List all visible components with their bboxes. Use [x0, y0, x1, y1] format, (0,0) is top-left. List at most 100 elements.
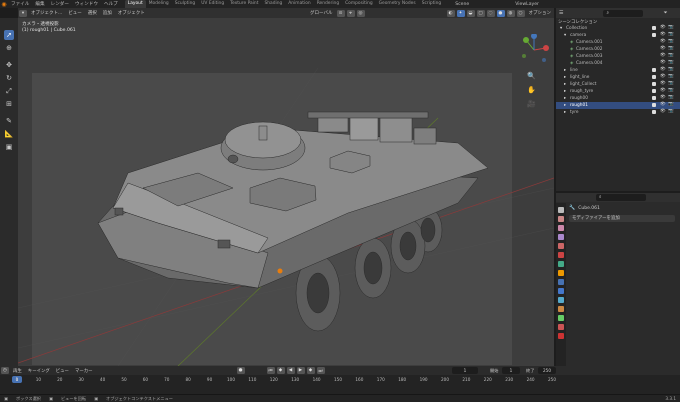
filter-icon[interactable]: ⏷: [663, 10, 667, 16]
view-layer-tab-icon[interactable]: [558, 234, 564, 240]
rear-rack: [307, 111, 429, 119]
physics-tab-icon[interactable]: [558, 297, 564, 303]
start-label: 開始: [490, 368, 499, 373]
menu-render[interactable]: レンダー: [48, 1, 72, 7]
tab-modeling[interactable]: Modeling: [146, 0, 172, 8]
menu-playback[interactable]: 再生: [10, 368, 25, 374]
timeline-header: ◷ 再生 キーイング ビュー マーカー ● ⏮ ◆ ◀ ▶ ◆ ⏭: [0, 366, 680, 375]
scale-tool-icon[interactable]: ⤢: [4, 86, 14, 96]
rotate-tool-icon[interactable]: ↻: [4, 73, 14, 83]
particles-tab-icon[interactable]: [558, 288, 564, 294]
frame-tick-label: 240: [526, 377, 535, 382]
menu-marker[interactable]: マーカー: [72, 368, 96, 374]
outliner-row[interactable]: ▸ rough00 👁 📷: [556, 95, 680, 102]
transform-tool-icon[interactable]: ⊞: [4, 99, 14, 109]
collection-tab-icon[interactable]: [558, 261, 564, 267]
tab-geometry-nodes[interactable]: Geometry Nodes: [376, 0, 419, 8]
add-modifier-button[interactable]: モディファイアーを追加: [569, 215, 675, 222]
record-icon[interactable]: ●: [236, 367, 245, 374]
tab-uv-editing[interactable]: UV Editing: [198, 0, 227, 8]
add-cube-tool-icon[interactable]: ▣: [4, 142, 14, 152]
properties-search-input[interactable]: ⌕: [596, 194, 646, 201]
frame-tick-label: 50: [121, 377, 127, 382]
outliner-row[interactable]: ▸ rough01 👁 📷: [556, 102, 680, 109]
texture-tab-icon[interactable]: [558, 333, 564, 339]
front-light-1: [114, 207, 124, 216]
tab-texture-paint[interactable]: Texture Paint: [227, 0, 261, 8]
constraints-tab-icon[interactable]: [558, 306, 564, 312]
select-tool-icon[interactable]: ➚: [4, 30, 14, 40]
outliner-row[interactable]: ◈ Camera.003 👁 📷: [556, 53, 680, 60]
world-tab-icon[interactable]: [558, 252, 564, 258]
play-icon[interactable]: ▶: [296, 367, 305, 374]
cursor-tool-icon[interactable]: ⊕: [4, 43, 14, 53]
navigation-gizmo[interactable]: [518, 34, 550, 68]
object-name-row: 🔧 Cube.061: [569, 205, 600, 211]
mouse-left-icon: ▣: [4, 396, 8, 401]
end-frame-field[interactable]: 250: [538, 367, 556, 374]
tab-compositing[interactable]: Compositing: [342, 0, 376, 8]
frame-tick-label: 220: [483, 377, 492, 382]
frame-tick-label: 40: [99, 377, 106, 382]
tab-animation[interactable]: Animation: [285, 0, 313, 8]
tab-scripting[interactable]: Scripting: [419, 0, 445, 8]
next-key-icon[interactable]: ◆: [306, 367, 315, 374]
frame-tick-label: 70: [164, 377, 170, 382]
current-frame-field[interactable]: 1: [452, 367, 478, 374]
measure-tool-icon[interactable]: 📐: [4, 129, 14, 139]
menu-keying[interactable]: キーイング: [25, 368, 53, 374]
render-tab-icon[interactable]: [558, 216, 564, 222]
menu-help[interactable]: ヘルプ: [101, 1, 121, 7]
frame-tick-label: 0: [15, 377, 19, 382]
frame-tick-label: 200: [441, 377, 449, 382]
frame-tick-label: 130: [291, 377, 300, 382]
jump-end-icon[interactable]: ⏭: [316, 367, 325, 374]
tab-layout[interactable]: Layout: [124, 0, 146, 8]
menu-timeline-view[interactable]: ビュー: [53, 368, 72, 374]
outliner-search-input[interactable]: ⌕: [603, 9, 644, 17]
camera-view-icon[interactable]: 🎥: [527, 100, 536, 108]
scene-selector[interactable]: Scene: [452, 2, 472, 7]
zoom-icon[interactable]: 🔍: [527, 72, 536, 80]
tab-rendering[interactable]: Rendering: [314, 0, 342, 8]
move-tool-icon[interactable]: ✥: [4, 60, 14, 70]
tab-shading[interactable]: Shading: [261, 0, 285, 8]
modifier-tab-icon[interactable]: [558, 279, 564, 285]
tab-sculpting[interactable]: Sculpting: [172, 0, 199, 8]
rear-box-4: [413, 127, 437, 145]
outliner-row[interactable]: ▾ camera 👁 📷: [556, 32, 680, 39]
outliner-row[interactable]: ▸ rough_tyre 👁 📷: [556, 88, 680, 95]
start-frame-field[interactable]: 1: [502, 367, 520, 374]
status-select-hint: ボックス選択: [15, 395, 41, 401]
prev-key-icon[interactable]: ◆: [276, 367, 285, 374]
outliner-row[interactable]: ◈ Camera.002 👁 📷: [556, 46, 680, 53]
object-tab-icon[interactable]: [558, 270, 564, 276]
pan-hand-icon[interactable]: ✋: [527, 86, 536, 94]
outliner-panel: ☰ ⌕ ⏷ シーンコレクション ▾ Collection 👁 📷 ▾ camera 👁 📷 …: [556, 8, 680, 191]
blender-logo-icon[interactable]: ◉: [0, 0, 8, 8]
menu-window[interactable]: ウィンドウ: [72, 1, 101, 7]
play-reverse-icon[interactable]: ◀: [286, 367, 295, 374]
outliner-row[interactable]: ▾ Collection 👁 📷: [556, 25, 680, 32]
outliner-row[interactable]: ▸ tyre 👁 📷: [556, 109, 680, 116]
outliner-row[interactable]: ▸ line 👁 📷: [556, 67, 680, 74]
data-tab-icon[interactable]: [558, 315, 564, 321]
outliner-type-icon[interactable]: ☰: [556, 10, 563, 16]
rear-box-3: [379, 117, 413, 143]
timeline-editor-icon[interactable]: ◷: [1, 367, 9, 374]
output-tab-icon[interactable]: [558, 225, 564, 231]
jump-start-icon[interactable]: ⏮: [266, 367, 275, 374]
menu-edit[interactable]: 編集: [32, 1, 47, 7]
scene-tab-icon[interactable]: [558, 243, 564, 249]
outliner-row[interactable]: ◈ Camera.001 👁 📷: [556, 39, 680, 46]
outliner-row[interactable]: ▸ light_line 👁 📷: [556, 74, 680, 81]
menu-file[interactable]: ファイル: [8, 1, 32, 7]
3d-viewport[interactable]: ▾ オブジェクト... ビュー 選択 追加 オブジェクト グローバル ⊙ ⌖ ◎…: [18, 8, 554, 366]
outliner-row[interactable]: ◈ Camera.004 👁 📷: [556, 60, 680, 67]
tool-tab-icon[interactable]: [558, 207, 564, 213]
view-layer-selector[interactable]: ViewLayer: [512, 2, 542, 7]
outliner-row[interactable]: ▸ light_Collect 👁 📷: [556, 81, 680, 88]
material-tab-icon[interactable]: [558, 324, 564, 330]
annotate-tool-icon[interactable]: ✎: [4, 116, 14, 126]
version-label: 3.3.1: [665, 396, 676, 401]
